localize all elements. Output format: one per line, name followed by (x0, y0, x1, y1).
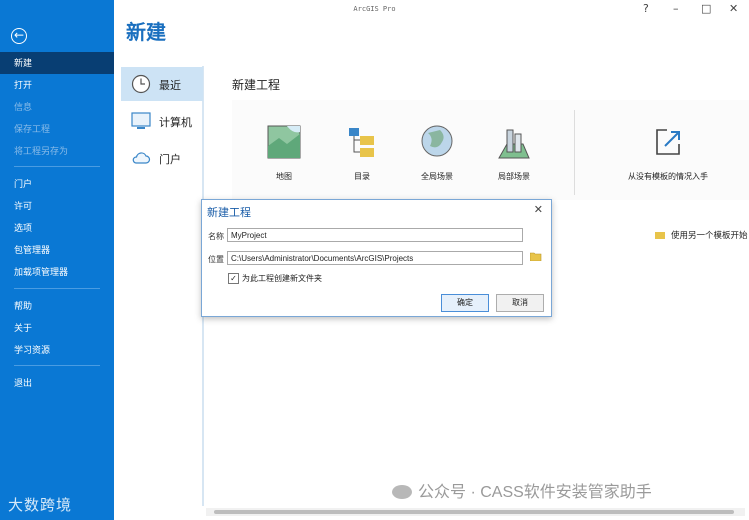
template-label: 地图 (276, 172, 292, 181)
back-arrow-icon[interactable]: ← (11, 28, 27, 44)
folder-icon (655, 232, 665, 239)
checkbox-label: 为此工程创建新文件夹 (242, 274, 322, 283)
template-map[interactable]: 地图 (254, 124, 314, 182)
minimize-button[interactable]: – (673, 2, 679, 15)
project-name-input[interactable]: MyProject (227, 228, 523, 242)
midnav-label: 门户 (159, 154, 181, 166)
sidebar-item-addin-manager[interactable]: 加载项管理器 (0, 261, 114, 283)
dialog-title: 新建工程 (207, 207, 251, 219)
scrollbar-thumb[interactable] (214, 510, 734, 514)
sidebar-divider (14, 288, 100, 289)
sidebar-item-new[interactable]: 新建 (0, 52, 114, 74)
backstage-sidebar: ← 新建 打开 信息 保存工程 将工程另存为 门户 许可 选项 包管理器 加载项… (0, 0, 114, 520)
template-blank[interactable]: 从没有模板的情况入手 (624, 124, 712, 182)
new-project-dialog: 新建工程 ✕ 名称 MyProject 位置 C:\Users\Administ… (201, 199, 552, 317)
location-label: 位置 (208, 255, 224, 264)
sidebar-item-licensing[interactable]: 许可 (0, 195, 114, 217)
cancel-button[interactable]: 取消 (496, 294, 544, 312)
sidebar-item-help[interactable]: 帮助 (0, 295, 114, 317)
window-title: ArcGIS Pro (353, 5, 396, 13)
project-location-input[interactable]: C:\Users\Administrator\Documents\ArcGIS\… (227, 251, 523, 265)
midnav-item-recent[interactable]: 最近 (121, 67, 203, 101)
maximize-button[interactable]: □ (701, 2, 711, 15)
midnav-item-computer[interactable]: 计算机 (121, 104, 203, 138)
template-label: 全局场景 (421, 172, 453, 181)
sidebar-item-exit[interactable]: 退出 (0, 372, 114, 394)
midnav-label: 最近 (159, 80, 181, 92)
other-template-label: 使用另一个模板开始 (671, 230, 748, 240)
wechat-icon (392, 485, 412, 499)
other-template-link[interactable]: 使用另一个模板开始 (655, 229, 748, 241)
template-label: 局部场景 (498, 172, 530, 181)
template-global-scene[interactable]: 全局场景 (407, 124, 467, 182)
template-label: 目录 (354, 172, 370, 181)
template-gallery: 地图 目录 全局场景 局部场景 从没有模板的情况入手 (232, 100, 749, 200)
clock-icon (131, 74, 151, 94)
cloud-icon (132, 152, 151, 164)
template-catalog[interactable]: 目录 (332, 124, 392, 182)
watermark-text: 公众号 · CASS软件安装管家助手 (392, 478, 652, 502)
computer-icon (131, 112, 151, 129)
map-icon (267, 125, 301, 159)
watermark-label: 公众号 · CASS软件安装管家助手 (418, 484, 652, 501)
dialog-close-icon[interactable]: ✕ (534, 203, 543, 216)
close-window-button[interactable]: ✕ (729, 2, 738, 15)
midnav-label: 计算机 (159, 117, 192, 129)
sidebar-item-save-as[interactable]: 将工程另存为 (0, 140, 114, 162)
sidebar-item-open[interactable]: 打开 (0, 74, 114, 96)
sidebar-item-portal[interactable]: 门户 (0, 173, 114, 195)
local-scene-icon (498, 129, 530, 159)
help-button[interactable]: ? (643, 2, 649, 15)
template-local-scene[interactable]: 局部场景 (484, 124, 544, 182)
horizontal-scrollbar[interactable] (206, 508, 745, 516)
sidebar-item-learning[interactable]: 学习资源 (0, 339, 114, 361)
section-title: 新建工程 (232, 78, 281, 92)
watermark-logo: 大数跨境 (8, 497, 73, 514)
ok-button[interactable]: 确定 (441, 294, 489, 312)
catalog-icon (349, 128, 374, 157)
external-link-icon (656, 129, 680, 155)
template-label: 从没有模板的情况入手 (628, 172, 708, 181)
globe-icon (421, 125, 453, 157)
sidebar-divider (14, 365, 100, 366)
create-folder-checkbox[interactable]: ✓ (228, 273, 239, 284)
sidebar-item-package-manager[interactable]: 包管理器 (0, 239, 114, 261)
page-title: 新建 (126, 22, 166, 44)
sidebar-divider (14, 166, 100, 167)
sidebar-item-info[interactable]: 信息 (0, 96, 114, 118)
name-label: 名称 (208, 232, 224, 241)
midnav-item-portal[interactable]: 门户 (121, 141, 203, 175)
browse-folder-icon[interactable] (530, 252, 542, 261)
sidebar-item-options[interactable]: 选项 (0, 217, 114, 239)
sidebar-item-about[interactable]: 关于 (0, 317, 114, 339)
sidebar-item-save-project[interactable]: 保存工程 (0, 118, 114, 140)
gallery-divider (574, 110, 575, 195)
